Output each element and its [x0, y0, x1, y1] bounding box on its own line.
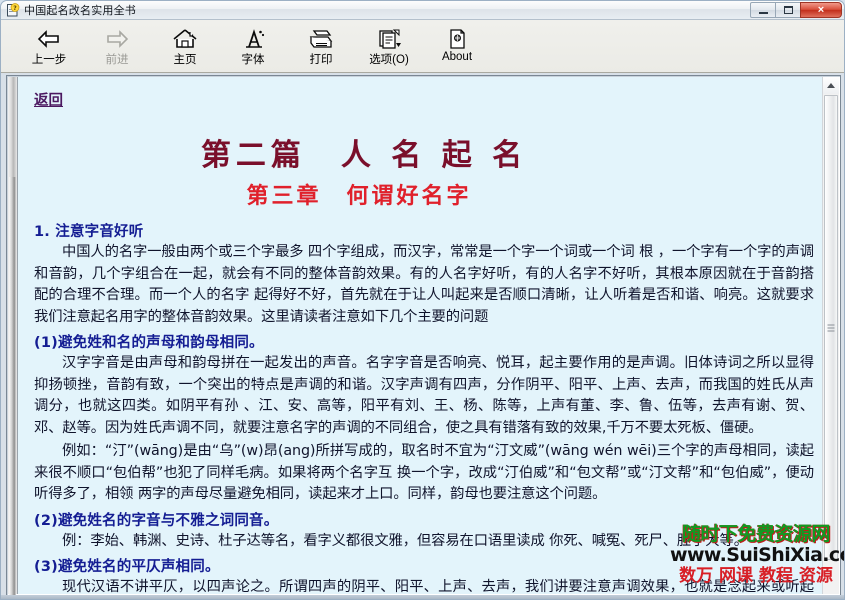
- section-heading: 1. 注意字音好听: [34, 224, 144, 240]
- scroll-up-button[interactable]: [823, 77, 839, 94]
- document-client-area: 返回 第二篇 人 名 起 名 第三章 何谓好名字 1. 注意字音好听 中国人的名…: [6, 75, 841, 596]
- toolbar-label-print: 打印: [309, 54, 333, 66]
- paragraph: 中国人的名字一般由两个或三个字最多 四个字组成，而汉字，常常是一个字一个词或一个…: [34, 244, 814, 325]
- toolbar-label-about: About: [441, 51, 473, 63]
- title-bar[interactable]: ? 中国起名改名实用全书 ×: [1, 1, 844, 20]
- minimize-icon: [758, 11, 768, 14]
- section-4: (3)避免姓名的平仄声相同。 现代汉语不讲平仄，以四声论之。所谓四声的阴平、阳平…: [34, 555, 814, 594]
- toolbar-button-home[interactable]: 主页: [151, 23, 219, 70]
- application-window: ? 中国起名改名实用全书 × 上一步 前进 主页 字体 打印 选项(O) Abo…: [0, 0, 845, 600]
- about-page-icon: [442, 27, 472, 50]
- toolbar-button-about[interactable]: About: [423, 23, 491, 70]
- toolbar-label-forward: 前进: [105, 54, 129, 66]
- left-rail-thumb[interactable]: [9, 177, 16, 595]
- window-bottom-edge: [1, 595, 844, 599]
- svg-text:?: ?: [13, 5, 17, 12]
- paragraph: 例：李始、韩渊、史诗、杜子达等名，看字义都很文雅，但容易在口语里读成 你死、喊冤…: [62, 532, 748, 549]
- help-document-icon: ?: [5, 2, 20, 18]
- printer-icon: [306, 27, 336, 50]
- close-icon: ×: [817, 4, 825, 16]
- section-heading: (2)避免姓名的字音与不雅之词同音。: [34, 512, 279, 529]
- font-icon: [238, 27, 268, 50]
- document-viewport: 返回 第二篇 人 名 起 名 第三章 何谓好名字 1. 注意字音好听 中国人的名…: [18, 77, 822, 594]
- paragraph: 汉字字音是由声母和韵母拼在一起发出的声音。名字字音是否响亮、悦耳，起主要作用的是…: [34, 355, 814, 436]
- toolbar-button-print[interactable]: 打印: [287, 23, 355, 70]
- minimize-button[interactable]: [750, 2, 776, 18]
- maximize-button[interactable]: [775, 2, 801, 18]
- scrollbar-grip-icon: [827, 322, 835, 333]
- close-button[interactable]: ×: [800, 2, 842, 18]
- toolbar-button-back[interactable]: 上一步: [15, 23, 83, 70]
- chevron-up-icon: [827, 83, 835, 88]
- section-heading: (1)避免姓和名的声母和韵母相同。: [34, 335, 264, 351]
- back-link[interactable]: 返回: [34, 89, 63, 110]
- forward-arrow-icon: [102, 27, 132, 50]
- home-icon: [170, 27, 200, 50]
- scrollbar-thumb[interactable]: [824, 95, 838, 560]
- left-sizing-rail: [8, 77, 18, 595]
- toolbar-label-options: 选项(O): [369, 54, 409, 66]
- toolbar: 上一步 前进 主页 字体 打印 选项(O) About: [1, 20, 844, 73]
- section-1: 1. 注意字音好听 中国人的名字一般由两个或三个字最多 四个字组成，而汉字，常常…: [34, 220, 814, 328]
- maximize-icon: [783, 6, 793, 14]
- vertical-scrollbar[interactable]: [822, 77, 839, 594]
- toolbar-label-back: 上一步: [31, 54, 67, 66]
- section-2: (1)避免姓和名的声母和韵母相同。 汉字字音是由声母和韵母拼在一起发出的声音。名…: [34, 331, 814, 506]
- paragraph: 例如：“汀”(wāng)是由“乌”(w)昂(ang)所拼写成的，取名时不宜为“汀…: [34, 443, 814, 502]
- section-3: (2)避免姓名的字音与不雅之词同音。 例：李始、韩渊、史诗、杜子达等名，看字义都…: [34, 509, 814, 553]
- page-title-part: 第二篇 人 名 起 名: [200, 138, 528, 173]
- toolbar-button-forward[interactable]: 前进: [83, 23, 151, 70]
- options-icon: [374, 27, 404, 50]
- toolbar-label-home: 主页: [173, 54, 197, 66]
- toolbar-label-font: 字体: [241, 54, 265, 66]
- section-heading: (3)避免姓名的平仄声相同。: [34, 559, 220, 575]
- page-title-chapter: 第三章 何谓好名字: [246, 183, 472, 209]
- paragraph: 现代汉语不讲平仄，以四声论之。所谓四声的阴平、阳平、上声、去声，我们讲要注意声调…: [62, 579, 814, 594]
- window-title: 中国起名改名实用全书: [24, 5, 136, 17]
- window-controls: ×: [750, 2, 842, 18]
- toolbar-button-font[interactable]: 字体: [219, 23, 287, 70]
- back-arrow-icon: [34, 27, 64, 50]
- toolbar-button-options[interactable]: 选项(O): [355, 23, 423, 70]
